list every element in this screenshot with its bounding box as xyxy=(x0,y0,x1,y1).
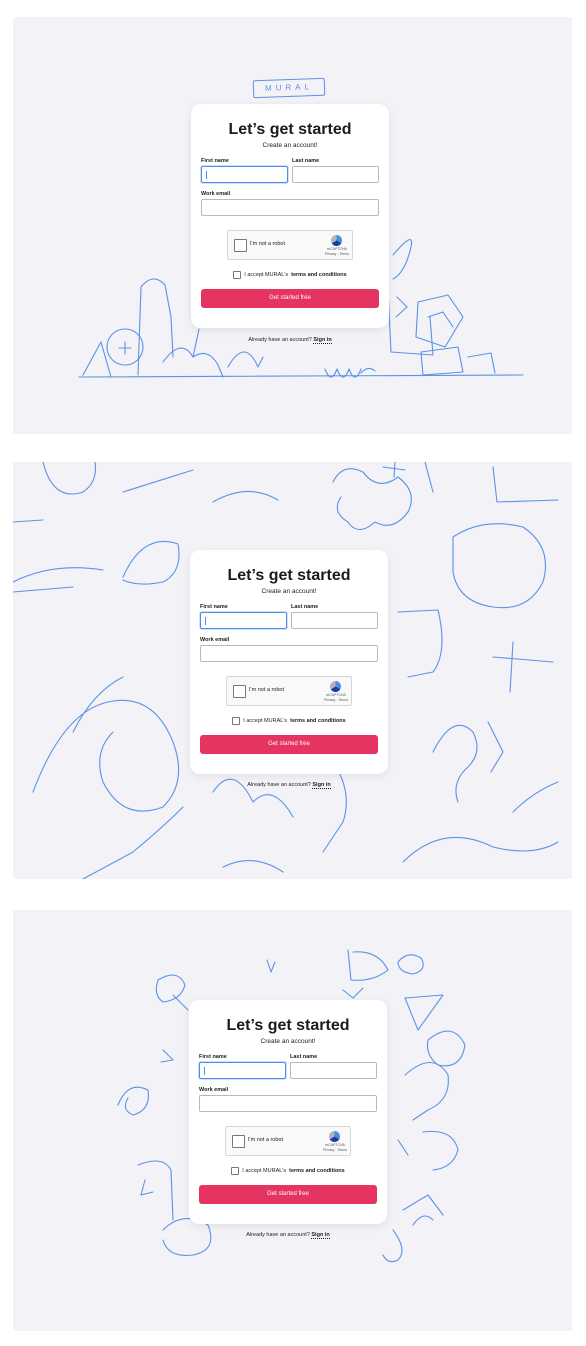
recaptcha-checkbox[interactable] xyxy=(233,685,246,698)
page-title: Let’s get started xyxy=(226,1017,350,1034)
terms-prefix: I accept MURAL's xyxy=(242,1168,287,1174)
text-caret xyxy=(206,171,207,179)
signin-row: Already have an account? Sign in xyxy=(190,782,388,789)
terms-prefix: I accept MURAL's xyxy=(243,718,288,724)
first-name-label: First name xyxy=(200,604,228,610)
recaptcha-brand-text: reCAPTCHA xyxy=(327,247,347,251)
get-started-button[interactable]: Get started free xyxy=(199,1185,377,1204)
terms-link[interactable]: terms and conditions xyxy=(291,272,347,278)
recaptcha-brand: reCAPTCHA Privacy - Terms xyxy=(323,1143,347,1152)
recaptcha-label: I'm not a robot xyxy=(248,1137,283,1143)
last-name-field[interactable] xyxy=(292,166,379,183)
work-email-field[interactable] xyxy=(201,199,379,216)
first-name-field[interactable] xyxy=(200,612,287,629)
page-title: Let’s get started xyxy=(227,567,351,584)
text-caret xyxy=(204,1067,205,1075)
last-name-label: Last name xyxy=(292,158,320,164)
terms-checkbox[interactable] xyxy=(233,271,242,279)
work-email-label: Work email xyxy=(200,637,230,643)
terms-checkbox[interactable] xyxy=(232,717,241,725)
last-name-label: Last name xyxy=(291,604,319,610)
recaptcha-brand-text: reCAPTCHA xyxy=(325,1143,345,1147)
recaptcha-links[interactable]: Privacy - Terms xyxy=(324,698,348,703)
last-name-field[interactable] xyxy=(291,612,378,629)
first-name-field[interactable] xyxy=(199,1062,286,1079)
recaptcha-icon xyxy=(329,1131,340,1142)
recaptcha-checkbox[interactable] xyxy=(234,239,247,252)
terms-prefix: I accept MURAL's xyxy=(244,272,289,278)
signup-card: Let’s get started Create an account! Fir… xyxy=(189,1000,387,1224)
page-subtitle: Create an account! xyxy=(260,1038,316,1045)
signup-card: Let’s get started Create an account! Fir… xyxy=(190,550,388,774)
terms-row: I accept MURAL's terms and conditions xyxy=(199,1167,377,1175)
logo-text: MURAL xyxy=(264,82,314,93)
get-started-button[interactable]: Get started free xyxy=(201,289,379,308)
signin-link[interactable]: Sign in xyxy=(312,782,331,789)
recaptcha-icon xyxy=(330,681,341,692)
recaptcha-icon xyxy=(331,235,342,246)
signin-prefix: Already have an account? xyxy=(247,782,311,788)
terms-link[interactable]: terms and conditions xyxy=(290,718,346,724)
variant-panel-3: Let’s get started Create an account! Fir… xyxy=(13,910,572,1331)
signin-row: Already have an account? Sign in xyxy=(189,1232,387,1239)
first-name-label: First name xyxy=(199,1054,227,1060)
work-email-field[interactable] xyxy=(200,645,378,662)
last-name-field[interactable] xyxy=(290,1062,377,1079)
signin-prefix: Already have an account? xyxy=(248,337,312,343)
terms-row: I accept MURAL's terms and conditions xyxy=(201,271,379,279)
signup-card: Let’s get started Create an account! Fir… xyxy=(191,104,389,328)
first-name-field[interactable] xyxy=(201,166,288,183)
signin-link[interactable]: Sign in xyxy=(311,1232,330,1239)
recaptcha-widget: I'm not a robot reCAPTCHA Privacy - Term… xyxy=(226,676,352,706)
last-name-label: Last name xyxy=(290,1054,318,1060)
recaptcha-widget: I'm not a robot reCAPTCHA Privacy - Term… xyxy=(225,1126,351,1156)
recaptcha-links[interactable]: Privacy - Terms xyxy=(325,252,349,257)
recaptcha-brand: reCAPTCHA Privacy - Terms xyxy=(324,693,348,702)
terms-row: I accept MURAL's terms and conditions xyxy=(200,717,378,725)
terms-checkbox[interactable] xyxy=(231,1167,240,1175)
page-title: Let’s get started xyxy=(228,121,352,138)
work-email-label: Work email xyxy=(199,1087,229,1093)
variant-panel-1: MURAL Let’s get started Create an accoun… xyxy=(13,17,572,434)
terms-link[interactable]: terms and conditions xyxy=(289,1168,345,1174)
mural-logo: MURAL xyxy=(252,77,326,99)
signin-prefix: Already have an account? xyxy=(246,1232,310,1238)
first-name-label: First name xyxy=(201,158,229,164)
recaptcha-brand: reCAPTCHA Privacy - Terms xyxy=(325,247,349,256)
work-email-label: Work email xyxy=(201,191,231,197)
recaptcha-checkbox[interactable] xyxy=(232,1135,245,1148)
signin-row: Already have an account? Sign in xyxy=(191,337,389,344)
recaptcha-label: I'm not a robot xyxy=(250,241,285,247)
signin-link[interactable]: Sign in xyxy=(313,337,332,344)
page-subtitle: Create an account! xyxy=(261,588,317,595)
recaptcha-links[interactable]: Privacy - Terms xyxy=(323,1148,347,1153)
text-caret xyxy=(205,617,206,625)
get-started-button[interactable]: Get started free xyxy=(200,735,378,754)
recaptcha-label: I'm not a robot xyxy=(249,687,284,693)
work-email-field[interactable] xyxy=(199,1095,377,1112)
page-subtitle: Create an account! xyxy=(262,142,318,149)
variant-panel-2: Let’s get started Create an account! Fir… xyxy=(13,462,572,879)
recaptcha-widget: I'm not a robot reCAPTCHA Privacy - Term… xyxy=(227,230,353,260)
recaptcha-brand-text: reCAPTCHA xyxy=(326,693,346,697)
